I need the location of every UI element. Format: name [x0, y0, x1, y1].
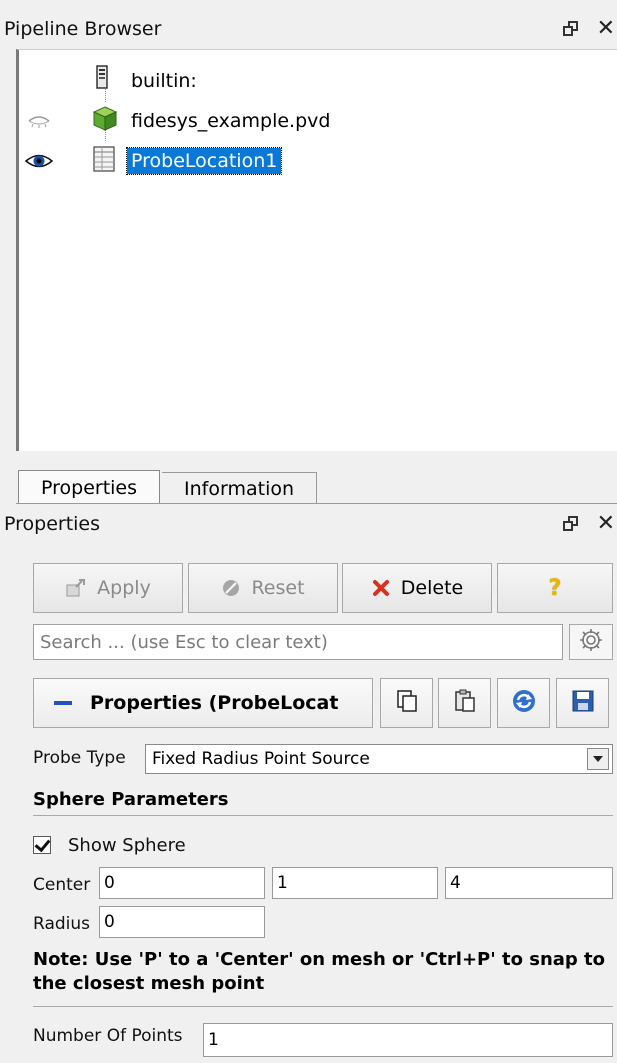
properties-title-bar: Properties ✕ [0, 503, 617, 545]
paste-icon [452, 688, 478, 718]
copy-icon [394, 688, 420, 718]
save-button[interactable] [556, 678, 609, 728]
tree-item-builtin[interactable]: builtin: [19, 62, 609, 102]
dock-controls: ✕ [562, 503, 615, 545]
probe-type-label: Probe Type [33, 748, 126, 768]
snap-note: Note: Use 'P' to a 'Center' on mesh or '… [33, 949, 606, 994]
float-panel-icon[interactable] [562, 516, 579, 532]
tab-information[interactable]: Information [162, 472, 318, 504]
paste-button[interactable] [438, 678, 491, 728]
panel-tabs: Properties Information [18, 470, 318, 504]
reset-icon [221, 578, 241, 598]
paraview-panel: Pipeline Browser ✕ builtin: fidesys_exam… [0, 0, 617, 1063]
show-sphere-checkbox[interactable] [33, 836, 51, 854]
save-icon [570, 688, 596, 718]
search-input[interactable] [33, 624, 563, 660]
gear-icon [578, 627, 604, 657]
apply-icon [65, 578, 87, 598]
reset-button[interactable]: Reset [188, 563, 338, 613]
tree-item-fidesys-example[interactable]: fidesys_example.pvd [19, 102, 609, 142]
copy-button[interactable] [380, 678, 433, 728]
apply-button[interactable]: Apply [33, 563, 183, 613]
pipeline-tree[interactable]: builtin: fidesys_example.pvd ProbeLocati… [16, 49, 617, 451]
delete-label: Delete [400, 577, 464, 599]
center-x-field[interactable] [99, 867, 265, 899]
tree-item-label: builtin: [131, 70, 197, 92]
chevron-down-icon[interactable] [587, 748, 609, 770]
center-z-field[interactable] [445, 867, 613, 899]
properties-title: Properties [4, 513, 101, 535]
help-button[interactable]: ? [497, 563, 613, 613]
dock-controls: ✕ [562, 8, 615, 50]
center-label: Center [33, 875, 91, 895]
delete-button[interactable]: Delete [342, 563, 492, 613]
server-icon [91, 64, 119, 94]
center-y-field[interactable] [272, 867, 438, 899]
tree-item-probelocation1[interactable]: ProbeLocation1 [19, 142, 609, 182]
tree-item-label: fidesys_example.pvd [131, 110, 331, 132]
refresh-button[interactable] [497, 678, 550, 728]
sphere-parameters-header: Sphere Parameters [33, 789, 229, 810]
number-of-points-field[interactable] [203, 1023, 613, 1057]
pipeline-browser-title-bar: Pipeline Browser ✕ [0, 8, 617, 50]
probe-type-value: Fixed Radius Point Source [152, 749, 370, 769]
help-label: ? [548, 575, 562, 601]
eye-closed-icon[interactable] [23, 109, 55, 133]
pipeline-browser-title: Pipeline Browser [4, 18, 162, 40]
reset-label: Reset [251, 577, 305, 599]
cube-icon [91, 104, 119, 134]
tab-properties[interactable]: Properties [18, 470, 161, 504]
float-panel-icon[interactable] [562, 21, 579, 37]
apply-label: Apply [97, 577, 151, 599]
probe-type-select[interactable]: Fixed Radius Point Source [145, 744, 613, 774]
delete-icon [371, 578, 391, 598]
collapse-icon [54, 701, 72, 705]
number-of-points-label: Number Of Points [33, 1026, 183, 1046]
section-divider [33, 1006, 613, 1007]
table-icon [91, 144, 119, 174]
tree-item-label-selected: ProbeLocation1 [125, 147, 283, 175]
section-divider [33, 815, 613, 816]
section-label: Properties (ProbeLocat [90, 692, 339, 714]
close-icon[interactable]: ✕ [597, 18, 615, 40]
radius-label: Radius [33, 914, 91, 934]
show-sphere-label: Show Sphere [68, 835, 186, 856]
properties-section-toggle[interactable]: Properties (ProbeLocat [33, 678, 373, 728]
advanced-settings-button[interactable] [569, 624, 613, 660]
close-icon[interactable]: ✕ [597, 513, 615, 535]
radius-field[interactable] [99, 906, 265, 938]
refresh-icon [511, 688, 537, 718]
eye-icon[interactable] [23, 149, 55, 173]
